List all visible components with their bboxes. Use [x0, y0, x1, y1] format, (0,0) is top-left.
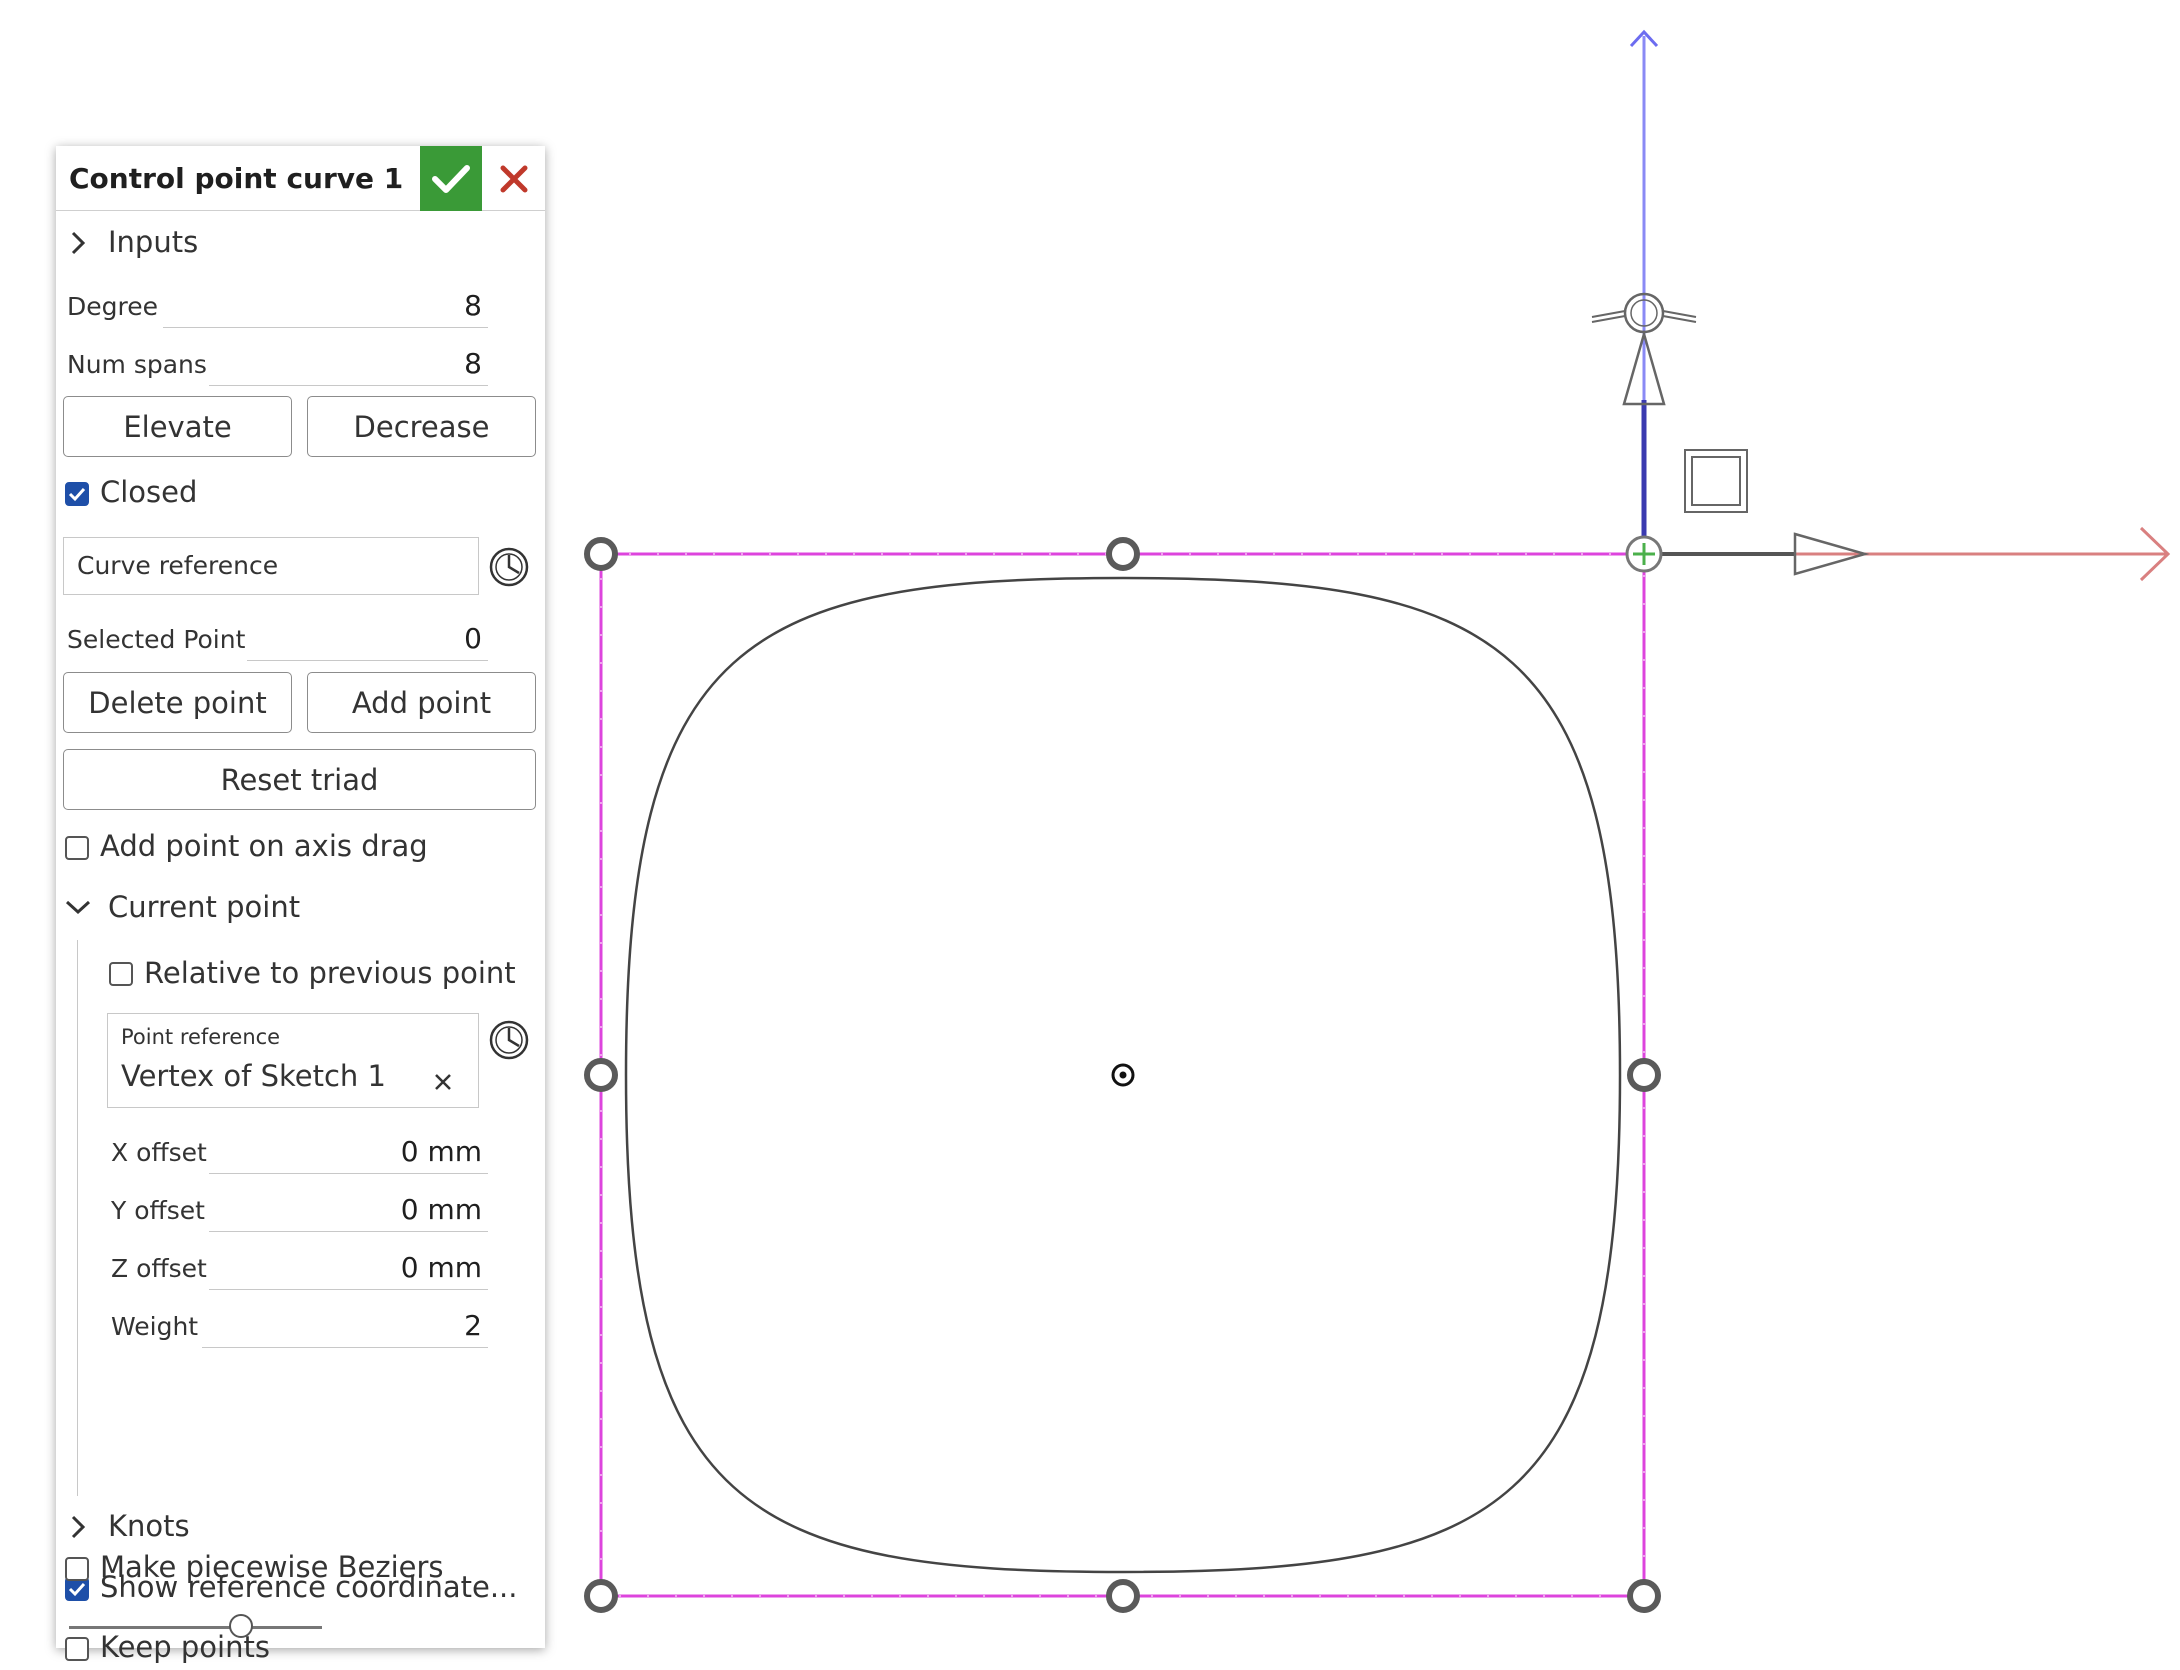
control-point[interactable]	[584, 1579, 618, 1613]
plane-handle[interactable]	[1684, 449, 1748, 513]
rotation-handle-right[interactable]	[1662, 310, 1697, 323]
center-point-dot	[1119, 1071, 1127, 1079]
control-point[interactable]	[1106, 537, 1140, 571]
control-point[interactable]	[1106, 1579, 1140, 1613]
control-point[interactable]	[584, 1058, 618, 1092]
control-point[interactable]	[584, 537, 618, 571]
control-point[interactable]	[1627, 1579, 1661, 1613]
control-point[interactable]	[1627, 1058, 1661, 1092]
sketch-canvas[interactable]	[0, 0, 2180, 1670]
plane-handle-inner	[1691, 456, 1741, 506]
viewport[interactable]: Control point curve 1 Inputs Degree 8 Nu	[0, 0, 2180, 1670]
rotation-handle-left[interactable]	[1591, 310, 1626, 323]
